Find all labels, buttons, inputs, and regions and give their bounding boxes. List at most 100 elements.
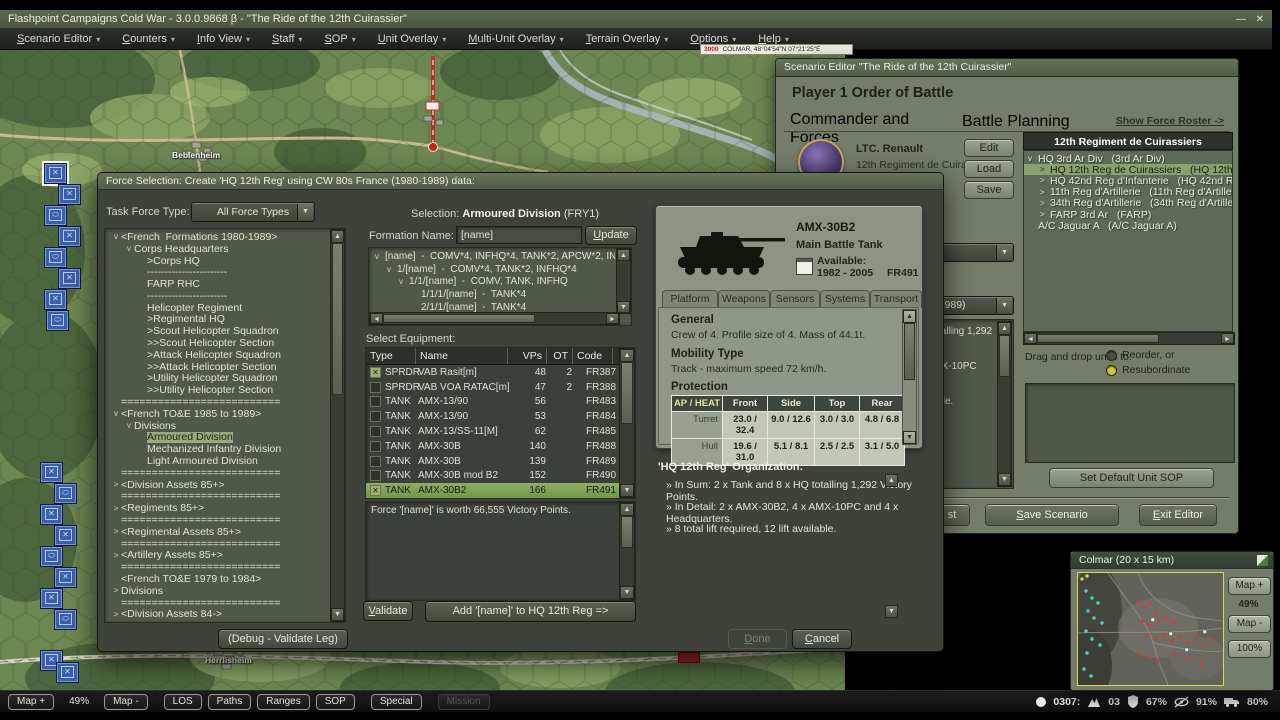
toe-tree-item[interactable]: Helicopter Regiment xyxy=(107,302,329,314)
formation-tree-item[interactable]: 1/1/1/[name] - TANK*4 xyxy=(371,288,615,301)
unit-counter[interactable]: ✕ xyxy=(40,462,63,483)
scroll-down-icon[interactable]: ▼ xyxy=(885,605,898,618)
oob-tree-item[interactable]: > 11th Reg d'Artillerie (11th Reg d'Arti… xyxy=(1024,187,1232,198)
equipment-checkbox[interactable] xyxy=(370,485,381,496)
status-bar-button[interactable]: Paths xyxy=(208,694,252,710)
status-bar-button[interactable]: SOP xyxy=(316,694,355,710)
force-info-scrollbar[interactable]: ▲ ▼ xyxy=(619,502,635,600)
toe-tree-item[interactable]: > Divisions xyxy=(107,585,329,597)
toe-tree-item[interactable]: >>Utility Helicopter Section xyxy=(107,384,329,396)
unit-counter[interactable]: ✕ xyxy=(58,184,81,205)
toe-tree-item[interactable]: Light Armoured Division xyxy=(107,455,329,467)
scroll-thumb[interactable] xyxy=(999,335,1010,377)
toe-tree-item[interactable]: > <Division Assets 84-> xyxy=(107,609,329,621)
done-button[interactable]: Done xyxy=(728,629,787,649)
validate-button[interactable]: Validate xyxy=(363,601,413,621)
menu-item[interactable]: Counters▾ xyxy=(111,29,186,50)
oob-tree-item[interactable]: v HQ 3rd Ar Div (3rd Ar Div) xyxy=(1024,153,1232,164)
toe-tree-item[interactable]: > <Regimental Assets 85+> xyxy=(107,526,329,538)
equipment-row[interactable]: SPRDR VAB VOA RATAC[m] 47 2 FR388 xyxy=(366,380,635,395)
card-scrollbar[interactable]: ▲ ▼ xyxy=(902,309,917,445)
unit-counter[interactable]: ✕ xyxy=(44,289,67,310)
toe-tree-item[interactable]: ========================== xyxy=(107,491,329,503)
enemy-marker[interactable] xyxy=(678,652,700,663)
update-button[interactable]: Update xyxy=(585,226,637,245)
set-default-unit-sop-button[interactable]: Set Default Unit SOP xyxy=(1049,468,1214,488)
status-bar-button[interactable]: Ranges xyxy=(257,694,309,710)
equipment-checkbox[interactable] xyxy=(370,367,381,378)
formation-tree-item[interactable]: v [name] - COMV*4, INFHQ*4, TANK*2, APCW… xyxy=(371,250,615,263)
oob-tree-item[interactable]: > 34th Reg d'Artillerie (34th Reg d'Arti… xyxy=(1024,198,1232,209)
toe-tree-item[interactable]: > <Regiments 85+> xyxy=(107,502,329,514)
minimap-zoom-out-button[interactable]: Map - xyxy=(1228,615,1271,633)
scroll-down-icon[interactable]: ▼ xyxy=(903,431,916,444)
scroll-thumb[interactable] xyxy=(621,516,633,548)
toe-tree-item[interactable]: ========================== xyxy=(107,396,329,408)
unit-counter[interactable]: ✕ xyxy=(58,226,81,247)
menu-item[interactable]: Info View▾ xyxy=(186,29,261,50)
scroll-left-icon[interactable]: ◄ xyxy=(1024,333,1037,344)
window-titlebar[interactable]: Flashpoint Campaigns Cold War - 3.0.0.98… xyxy=(0,10,1272,29)
scroll-right-icon[interactable]: ► xyxy=(1221,333,1234,344)
toe-tree-item[interactable]: >Corps HQ xyxy=(107,255,329,267)
menu-item[interactable]: SOP▾ xyxy=(313,29,366,50)
scroll-thumb[interactable] xyxy=(904,323,915,380)
toe-tree-item[interactable]: > <Artillery Assets 85+> xyxy=(107,550,329,562)
cancel-button[interactable]: Cancel xyxy=(792,629,852,649)
scroll-up-icon[interactable]: ▲ xyxy=(903,310,916,323)
equipment-row[interactable]: TANK AMX-30B 139 FR489 xyxy=(366,454,635,469)
oob-tree-item[interactable]: A/C Jaguar A (A/C Jaguar A) xyxy=(1024,220,1232,231)
menu-item[interactable]: Unit Overlay▾ xyxy=(367,29,458,50)
toe-tree-item[interactable]: Mechanized Infantry Division xyxy=(107,443,329,455)
tab-sensors[interactable]: Sensors xyxy=(770,290,820,308)
scroll-up-icon[interactable]: ▲ xyxy=(620,503,634,516)
scroll-down-icon[interactable]: ▼ xyxy=(620,484,634,497)
unit-counter[interactable]: ✕ xyxy=(54,525,77,546)
toe-tree-item[interactable]: v <French TO&E 1985 to 1989> xyxy=(107,408,329,420)
scroll-right-icon[interactable]: ► xyxy=(606,313,619,324)
toe-tree-item[interactable]: v Corps Headquarters xyxy=(107,243,329,255)
equipment-checkbox[interactable] xyxy=(370,470,381,481)
scroll-up-icon[interactable]: ▲ xyxy=(331,230,344,243)
task-force-type-dropdown[interactable]: All Force Types ▼ xyxy=(191,202,315,222)
unit-counter[interactable]: ⬭ xyxy=(54,609,77,630)
save-scenario-button[interactable]: Save Scenario xyxy=(985,504,1119,526)
unit-counter[interactable]: ⬭ xyxy=(40,546,63,567)
equipment-checkbox[interactable] xyxy=(370,441,381,452)
oob-hscrollbar[interactable]: ◄ ► xyxy=(1023,332,1235,345)
add-formation-button[interactable]: Add '[name]' to HQ 12th Reg => xyxy=(425,601,636,622)
formation-name-input[interactable] xyxy=(456,226,582,244)
scroll-thumb[interactable] xyxy=(621,362,633,424)
load-button[interactable]: Load xyxy=(964,160,1014,178)
menu-item[interactable]: Multi-Unit Overlay▾ xyxy=(457,29,574,50)
minimize-icon[interactable]: — xyxy=(1236,10,1246,29)
toe-tree-item[interactable]: > <Division Assets 85+> xyxy=(107,479,329,491)
tab-battle-planning[interactable]: Battle Planning xyxy=(962,113,1070,131)
status-bar-button[interactable]: Mission xyxy=(438,694,490,710)
unit-counter[interactable]: ⬭ xyxy=(46,310,69,331)
status-bar-button[interactable]: LOS xyxy=(164,694,202,710)
equipment-checkbox[interactable] xyxy=(370,411,381,422)
toe-tree-item[interactable]: v <French Formations 1980-1989> xyxy=(107,231,329,243)
status-bar-button[interactable]: Map - xyxy=(104,694,148,710)
unit-counter[interactable]: ✕ xyxy=(44,163,67,184)
tab-systems[interactable]: Systems xyxy=(820,290,870,308)
scroll-down-icon[interactable]: ▼ xyxy=(620,586,634,599)
menu-item[interactable]: Staff▾ xyxy=(261,29,313,50)
tab-transport[interactable]: Transport xyxy=(870,290,922,308)
toe-tree-scrollbar[interactable]: ▲ ▼ xyxy=(330,229,345,622)
toe-tree-item[interactable]: >Regimental HQ xyxy=(107,314,329,326)
close-icon[interactable]: ✕ xyxy=(1256,10,1264,29)
scroll-thumb[interactable] xyxy=(1037,334,1159,343)
equipment-row[interactable]: TANK AMX-13/90 53 FR484 xyxy=(366,409,635,424)
unit-counter[interactable]: ⬭ xyxy=(44,247,67,268)
unit-drop-box[interactable] xyxy=(1025,383,1235,463)
minimap-view[interactable] xyxy=(1077,572,1224,686)
map-toggle-icon[interactable] xyxy=(1257,555,1268,566)
toe-tree-item[interactable]: >Utility Helicopter Squadron xyxy=(107,373,329,385)
toe-tree-item[interactable]: ========================== xyxy=(107,597,329,609)
tab-platform[interactable]: Platform xyxy=(662,290,718,308)
unit-counter[interactable]: ✕ xyxy=(40,504,63,525)
show-force-roster-link[interactable]: Show Force Roster -> xyxy=(1116,115,1224,127)
minimap-zoom-full-button[interactable]: 100% xyxy=(1228,640,1271,658)
